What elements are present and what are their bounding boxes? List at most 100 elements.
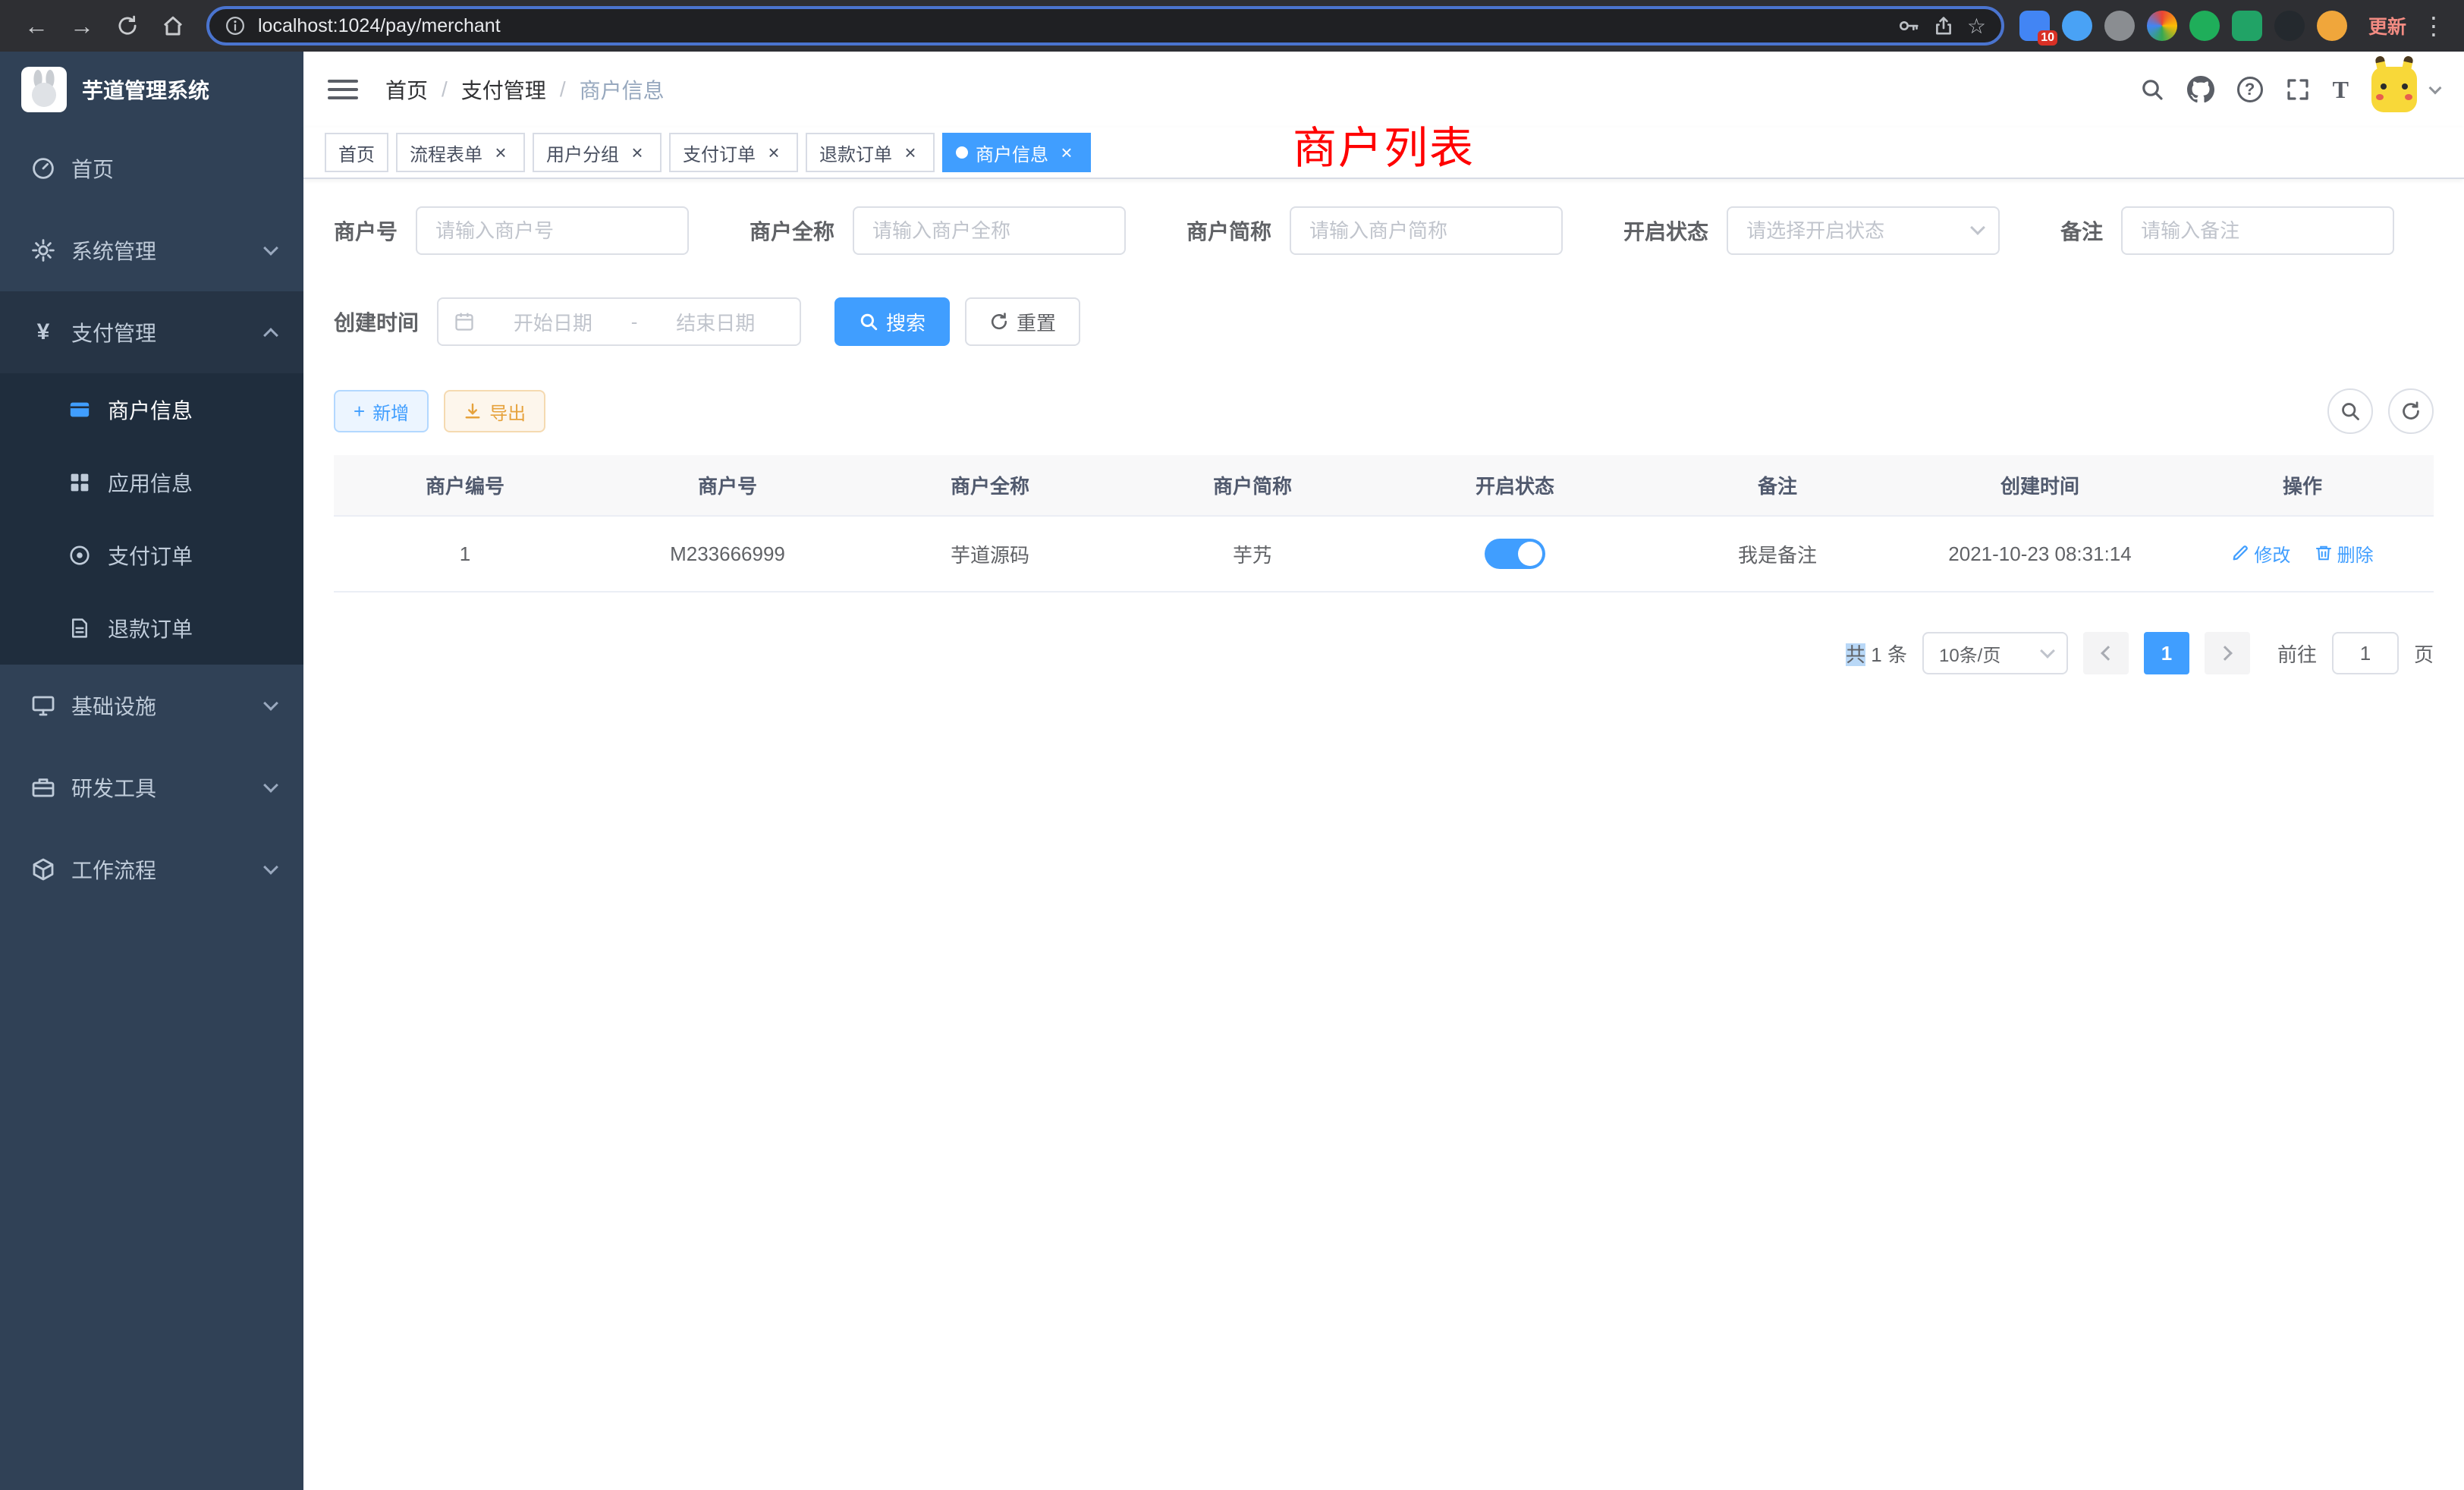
status-toggle[interactable] — [1485, 539, 1545, 569]
browser-refresh-icon[interactable] — [106, 5, 149, 47]
close-icon[interactable]: × — [627, 142, 648, 163]
cell-short-name: 芋艿 — [1121, 516, 1384, 592]
sidebar-item-system[interactable]: 系统管理 — [0, 209, 303, 291]
extension-icon[interactable] — [2317, 11, 2347, 41]
payment-submenu: 商户信息 应用信息 — [0, 373, 303, 665]
font-size-icon[interactable]: T — [2333, 76, 2349, 104]
address-bar[interactable]: localhost:1024/pay/merchant ☆ — [206, 6, 2004, 46]
column-header: 创建时间 — [1909, 455, 2171, 516]
close-icon[interactable]: × — [763, 142, 784, 163]
extension-icon[interactable] — [2147, 11, 2177, 41]
extension-icon[interactable] — [2062, 11, 2092, 41]
merchant-full-name-input[interactable] — [853, 206, 1126, 255]
search-button[interactable]: 搜索 — [834, 297, 950, 346]
close-icon[interactable]: × — [900, 142, 921, 163]
reset-button[interactable]: 重置 — [965, 297, 1080, 346]
breadcrumb-home[interactable]: 首页 — [385, 74, 428, 105]
toolbar-right — [2327, 388, 2434, 434]
password-key-icon[interactable] — [1897, 14, 1920, 37]
extension-icon[interactable]: 10 — [2019, 11, 2050, 41]
search-icon — [859, 312, 878, 332]
extension-icon[interactable] — [2104, 11, 2135, 41]
browser-back-icon[interactable]: ← — [15, 5, 58, 47]
active-tab-dot — [956, 146, 968, 159]
bookmark-star-icon[interactable]: ☆ — [1967, 14, 1986, 39]
breadcrumb-payment[interactable]: 支付管理 — [461, 74, 546, 105]
search-button-label: 搜索 — [886, 308, 926, 336]
search-icon[interactable] — [2140, 77, 2164, 102]
browser-menu-icon[interactable]: ⋮ — [2418, 5, 2449, 47]
goto-page-input[interactable] — [2332, 632, 2399, 674]
tab-pay-order[interactable]: 支付订单 × — [669, 133, 798, 172]
page-number-button[interactable]: 1 — [2144, 632, 2189, 674]
breadcrumb-separator: / — [560, 77, 566, 102]
status-select[interactable] — [1727, 206, 2000, 255]
browser-forward-icon[interactable]: → — [61, 5, 103, 47]
extension-icons: 10 — [2019, 11, 2347, 41]
sidebar-item-merchant-info[interactable]: 商户信息 — [0, 373, 303, 446]
export-button[interactable]: 导出 — [444, 390, 545, 432]
goto-label: 前往 — [2277, 640, 2317, 668]
field-label: 开启状态 — [1623, 215, 1708, 246]
close-icon[interactable]: × — [1056, 142, 1077, 163]
sidebar-item-refund-order[interactable]: 退款订单 — [0, 592, 303, 665]
prev-page-button[interactable] — [2083, 632, 2129, 674]
refresh-table-icon[interactable] — [2388, 388, 2434, 434]
avatar[interactable] — [2371, 67, 2417, 112]
sidebar-item-workflow[interactable]: 工作流程 — [0, 828, 303, 910]
logo-image — [21, 67, 67, 112]
share-icon[interactable] — [1932, 14, 1955, 37]
tab-merchant-info[interactable]: 商户信息 × — [942, 133, 1091, 172]
chevron-down-icon[interactable] — [2429, 82, 2442, 95]
page-size-value: 10条/页 — [1939, 640, 2000, 667]
merchant-no-input[interactable] — [416, 206, 689, 255]
delete-link[interactable]: 删除 — [2315, 540, 2374, 567]
help-icon[interactable]: ? — [2237, 77, 2263, 102]
grid-icon — [67, 470, 93, 495]
github-icon[interactable] — [2187, 76, 2214, 103]
sidebar-toggle-icon[interactable] — [328, 80, 358, 99]
close-icon[interactable]: × — [490, 142, 511, 163]
edit-link[interactable]: 修改 — [2231, 540, 2290, 567]
fullscreen-icon[interactable] — [2286, 77, 2310, 102]
refresh-icon — [989, 312, 1009, 332]
tab-label: 支付订单 — [683, 140, 756, 166]
extension-icon[interactable] — [2274, 11, 2305, 41]
extension-icon[interactable] — [2232, 11, 2262, 41]
sidebar-item-app-info[interactable]: 应用信息 — [0, 446, 303, 519]
sidebar-item-home[interactable]: 首页 — [0, 127, 303, 209]
page-size-select[interactable]: 10条/页 — [1922, 632, 2068, 674]
sidebar-item-payment[interactable]: ¥ 支付管理 — [0, 291, 303, 373]
remark-input[interactable] — [2121, 206, 2394, 255]
tab-refund-order[interactable]: 退款订单 × — [806, 133, 935, 172]
column-header: 操作 — [2171, 455, 2434, 516]
extension-icon[interactable] — [2189, 11, 2220, 41]
tab-home[interactable]: 首页 — [325, 133, 388, 172]
browser-home-icon[interactable] — [152, 5, 194, 47]
chevron-down-icon — [263, 860, 278, 875]
breadcrumb-separator: / — [442, 77, 448, 102]
date-range-picker[interactable]: 开始日期 - 结束日期 — [437, 297, 801, 346]
show-search-icon[interactable] — [2327, 388, 2373, 434]
url-text[interactable]: localhost:1024/pay/merchant — [258, 15, 1885, 37]
tab-label: 退款订单 — [819, 140, 892, 166]
column-header: 开启状态 — [1384, 455, 1646, 516]
table-row: 1 M233666999 芋道源码 芋艿 我是备注 2021-10-23 08:… — [334, 516, 2434, 592]
chevron-right-icon — [2217, 646, 2233, 661]
sidebar-item-pay-order[interactable]: 支付订单 — [0, 519, 303, 592]
tab-user-group[interactable]: 用户分组 × — [533, 133, 662, 172]
sidebar-item-infrastructure[interactable]: 基础设施 — [0, 665, 303, 747]
add-button[interactable]: + 新增 — [334, 390, 429, 432]
monitor-icon — [30, 693, 56, 718]
site-info-icon[interactable] — [225, 15, 246, 36]
sidebar-item-label: 工作流程 — [71, 854, 250, 885]
cell-merchant-no: M233666999 — [596, 516, 859, 592]
sidebar-item-label: 支付管理 — [71, 317, 250, 347]
sidebar-item-dev-tools[interactable]: 研发工具 — [0, 747, 303, 828]
tab-process-form[interactable]: 流程表单 × — [396, 133, 525, 172]
browser-update-button[interactable]: 更新 — [2368, 12, 2406, 39]
app-logo[interactable]: 芋道管理系统 — [0, 52, 303, 127]
next-page-button[interactable] — [2205, 632, 2250, 674]
merchant-short-name-input[interactable] — [1290, 206, 1563, 255]
remark-field: 备注 — [2060, 206, 2394, 255]
